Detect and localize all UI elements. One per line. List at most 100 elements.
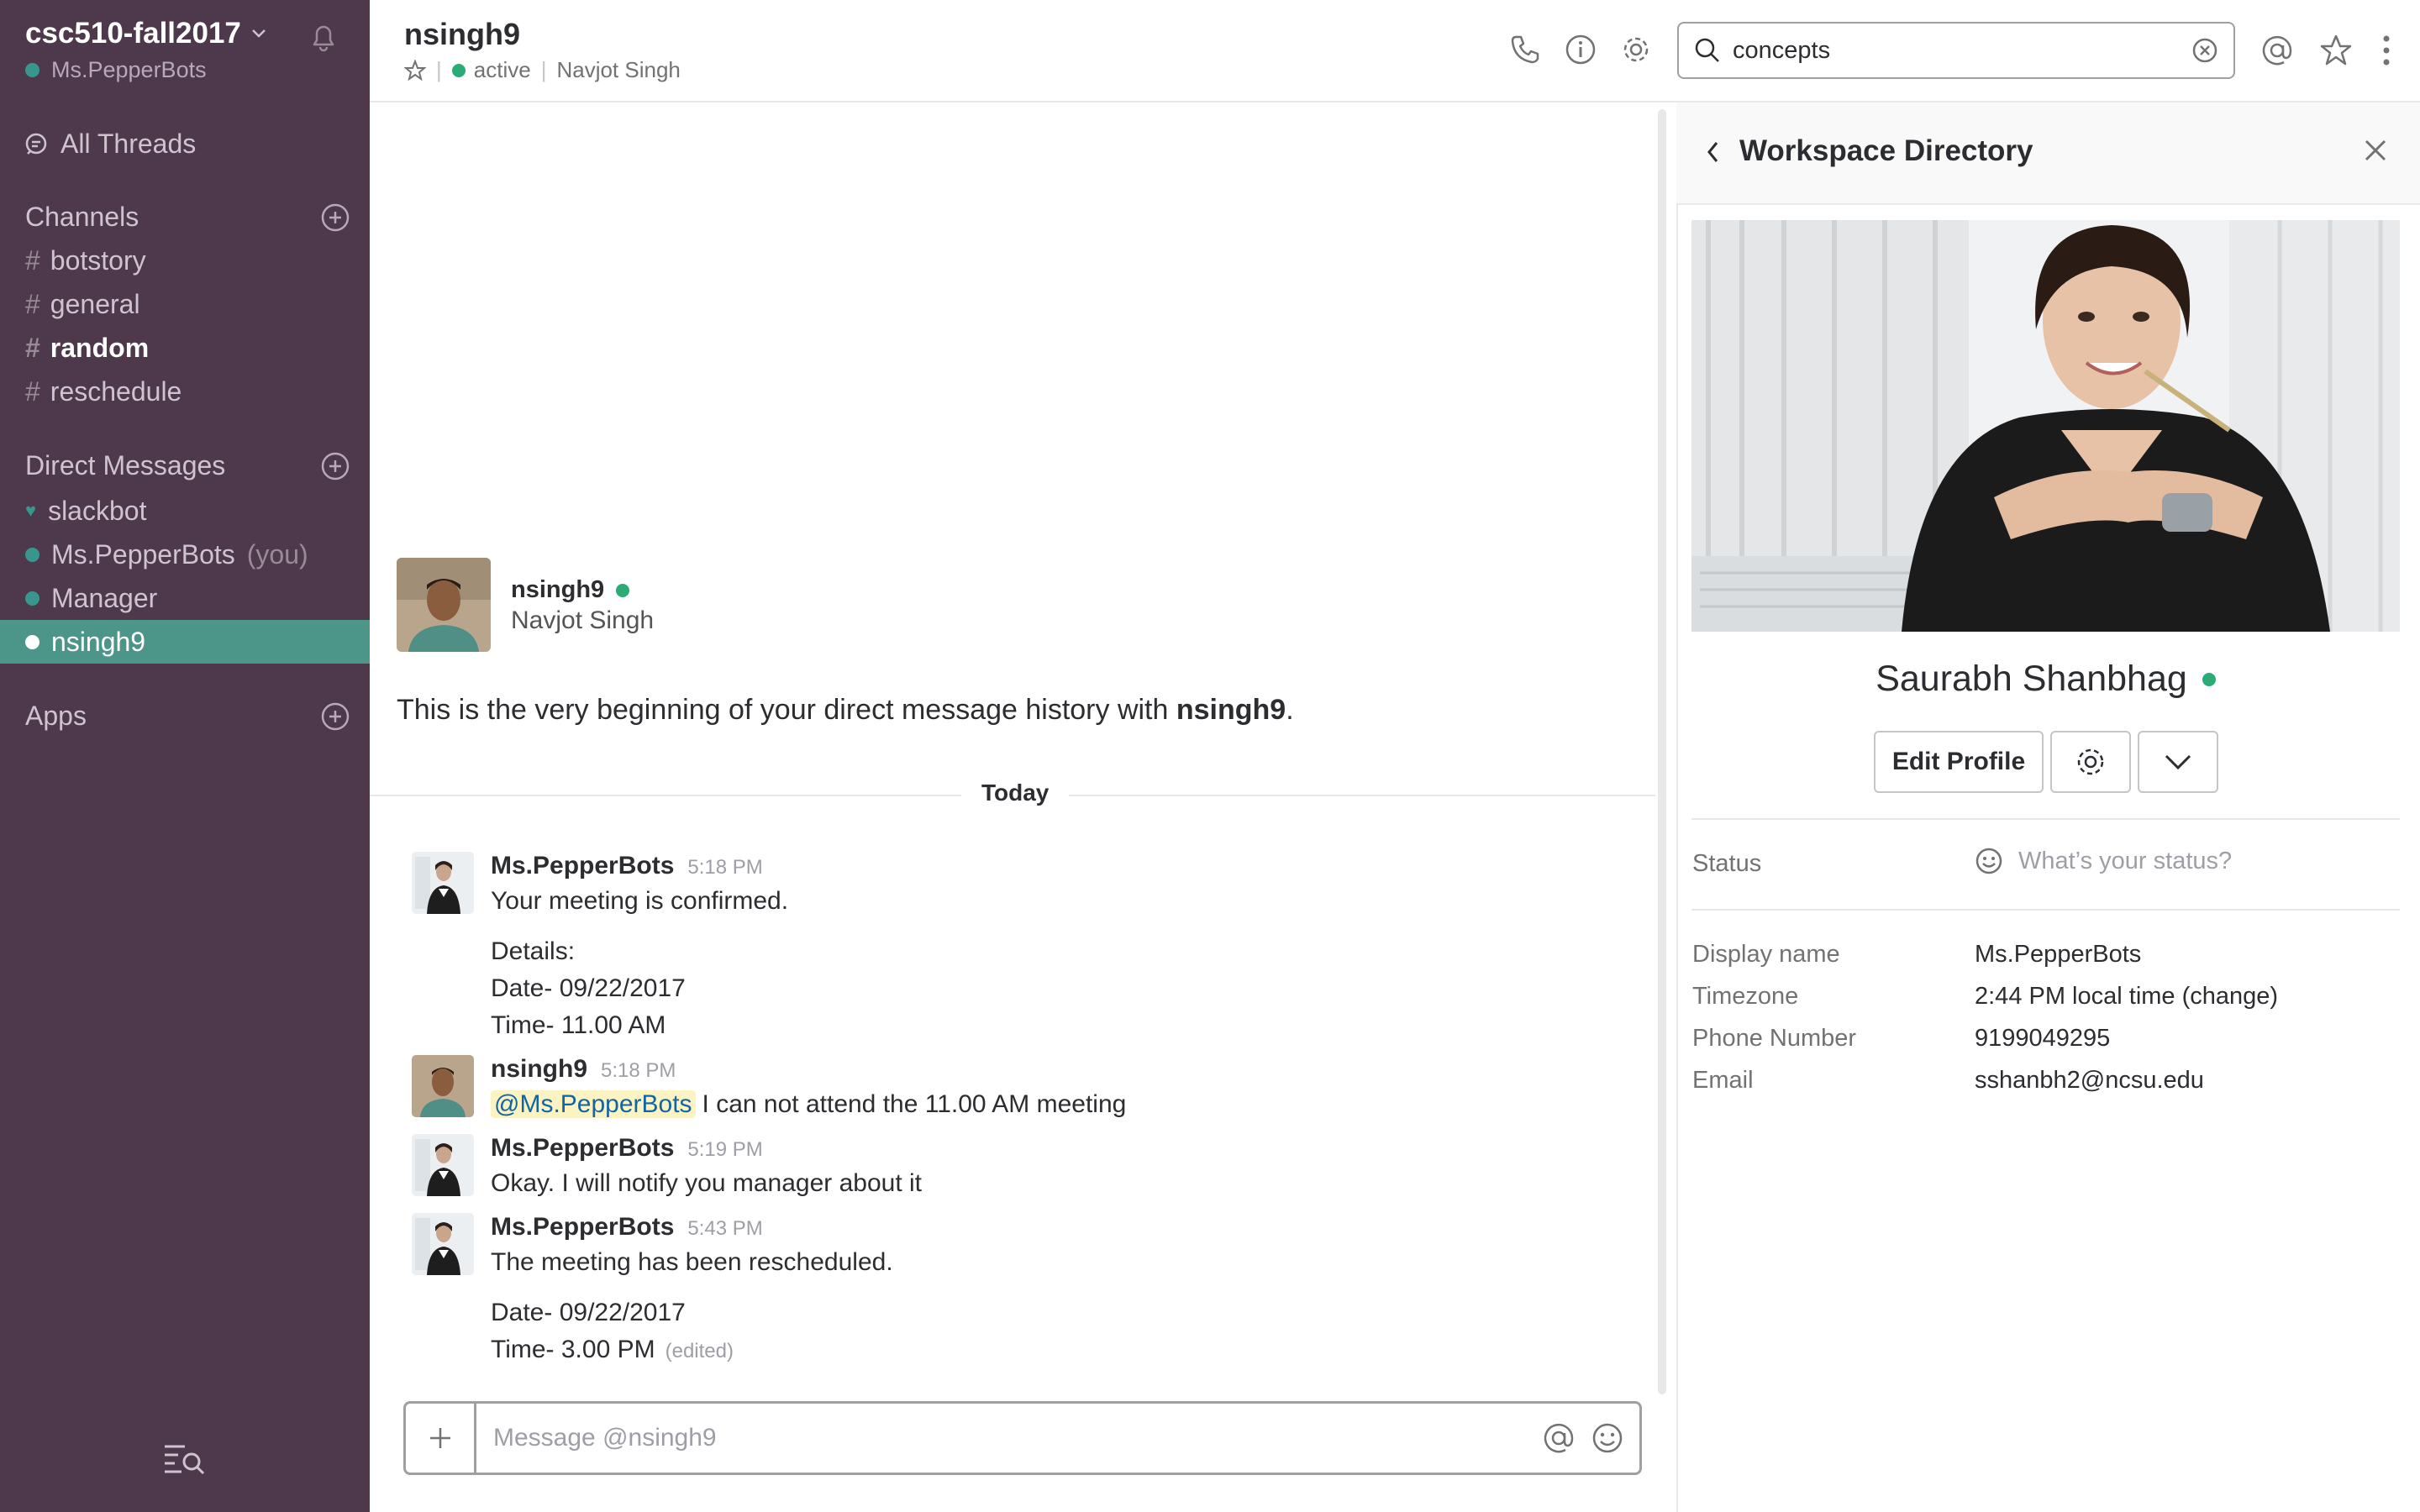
- chevron-down-icon: [2164, 753, 2192, 771]
- hash-icon: #: [25, 245, 40, 276]
- message-text: Date- 09/22/2017: [491, 1299, 686, 1326]
- channel-title[interactable]: nsingh9: [404, 17, 520, 52]
- gear-icon[interactable]: [1620, 34, 1652, 66]
- email-label: Email: [1692, 1067, 1754, 1094]
- presence-label: active: [473, 57, 531, 82]
- phone-icon[interactable]: [1509, 34, 1541, 66]
- profile-photo[interactable]: [1691, 220, 2400, 632]
- starred-icon[interactable]: [2319, 34, 2353, 67]
- add-channel-icon[interactable]: [321, 203, 350, 232]
- dm-label: Ms.PepperBots: [51, 538, 235, 570]
- intro-username[interactable]: nsingh9: [511, 576, 604, 604]
- author-name[interactable]: Ms.PepperBots: [491, 852, 674, 880]
- display-name-label: Display name: [1692, 941, 1840, 968]
- emoji-icon: [1975, 847, 2018, 875]
- profile-settings-button[interactable]: [2050, 731, 2131, 793]
- author-name[interactable]: Ms.PepperBots: [491, 1213, 674, 1242]
- threads-icon: [24, 132, 60, 157]
- team-menu[interactable]: csc510-fall2017 Ms.PepperBots: [25, 17, 266, 83]
- sidebar-item-botstory[interactable]: # botstory: [25, 245, 146, 276]
- message-author: Ms.PepperBots 5:18 PM: [491, 852, 763, 880]
- avatar[interactable]: [412, 852, 474, 914]
- sidebar-item-reschedule[interactable]: # reschedule: [25, 376, 182, 407]
- presence-dot: [451, 63, 466, 77]
- info-icon[interactable]: [1565, 34, 1597, 66]
- message-text: The meeting has been rescheduled.: [491, 1248, 893, 1276]
- emoji-icon[interactable]: [1591, 1421, 1624, 1455]
- search-box[interactable]: concepts: [1677, 22, 2235, 79]
- email-value[interactable]: sshanbh2@ncsu.edu: [1975, 1067, 2204, 1095]
- search-icon: [1694, 37, 1721, 64]
- dm-label: nsingh9: [51, 626, 146, 657]
- hash-icon: #: [25, 333, 40, 363]
- mention-icon[interactable]: [1542, 1421, 1576, 1455]
- message-author: Ms.PepperBots 5:19 PM: [491, 1134, 763, 1163]
- add-dm-icon[interactable]: [321, 452, 350, 480]
- close-icon[interactable]: [2361, 136, 2390, 165]
- add-app-icon[interactable]: [321, 702, 350, 731]
- mentions-icon[interactable]: [2260, 34, 2294, 67]
- attach-button[interactable]: [406, 1404, 476, 1473]
- dm-label: Manager: [51, 582, 158, 613]
- presence-dot: [25, 591, 39, 606]
- author-name[interactable]: Ms.PepperBots: [491, 1134, 674, 1163]
- message-text: Date- 09/22/2017: [491, 974, 686, 1002]
- back-icon[interactable]: [1702, 138, 1723, 166]
- channel-subtitle: | active | Navjot Singh: [404, 57, 681, 83]
- clear-search-icon[interactable]: [2191, 37, 2218, 64]
- sidebar-item-general[interactable]: # general: [25, 289, 140, 320]
- divider: [1691, 818, 2400, 820]
- sidebar-item-ms-pepperbots[interactable]: Ms.PepperBots (you): [0, 533, 370, 576]
- sidebar-item-random[interactable]: # random: [25, 333, 149, 364]
- edited-label: (edited): [665, 1340, 734, 1362]
- avatar[interactable]: [412, 1213, 474, 1275]
- sidebar-item-nsingh9[interactable]: nsingh9: [0, 620, 370, 664]
- divider: [1691, 909, 2400, 911]
- presence-dot: [2202, 672, 2216, 686]
- avatar[interactable]: [412, 1134, 474, 1196]
- message-text: Okay. I will notify you manager about it: [491, 1169, 923, 1197]
- team-name: csc510-fall2017: [25, 17, 241, 50]
- channels-heading[interactable]: Channels: [25, 202, 139, 233]
- message-time[interactable]: 5:18 PM: [601, 1059, 676, 1083]
- bell-icon[interactable]: [309, 22, 338, 52]
- user-mention[interactable]: @Ms.PepperBots: [491, 1090, 696, 1118]
- author-name[interactable]: nsingh9: [491, 1055, 587, 1084]
- timezone-value[interactable]: 2:44 PM local time (change): [1975, 983, 2278, 1011]
- channel-label: reschedule: [50, 376, 182, 407]
- search-input[interactable]: concepts: [1733, 37, 2191, 65]
- scrollbar[interactable]: [1658, 109, 1666, 1394]
- sidebar-item-slackbot[interactable]: ♥ slackbot: [0, 489, 370, 533]
- avatar[interactable]: [397, 558, 491, 652]
- dm-heading[interactable]: Direct Messages: [25, 450, 225, 481]
- sidebar-item-manager[interactable]: Manager: [0, 576, 370, 620]
- message-input[interactable]: Message @nsingh9: [476, 1424, 1542, 1452]
- dm-label: slackbot: [48, 495, 147, 526]
- status-placeholder: What’s your status?: [2018, 847, 2233, 874]
- day-divider-label: Today: [961, 780, 1070, 806]
- all-threads-link[interactable]: All Threads: [24, 129, 196, 160]
- edit-profile-button[interactable]: Edit Profile: [1874, 731, 2044, 793]
- more-actions-button[interactable]: [2138, 731, 2218, 793]
- panel-title: Workspace Directory: [1739, 134, 2033, 167]
- message-text: @Ms.PepperBots I can not attend the 11.00…: [491, 1090, 1126, 1119]
- apps-heading[interactable]: Apps: [25, 701, 87, 732]
- more-icon[interactable]: [2381, 34, 2391, 67]
- channels-section: Channels: [25, 202, 350, 233]
- quick-switcher-icon[interactable]: [163, 1441, 207, 1475]
- presence-dot: [616, 583, 630, 597]
- real-name: Navjot Singh: [556, 57, 681, 82]
- star-icon[interactable]: [404, 59, 426, 81]
- message-author: nsingh9 5:18 PM: [491, 1055, 676, 1084]
- message-time[interactable]: 5:43 PM: [687, 1217, 762, 1241]
- avatar[interactable]: [412, 1055, 474, 1117]
- current-user: Ms.PepperBots: [51, 57, 207, 82]
- hash-icon: #: [25, 376, 40, 407]
- intro-name-link[interactable]: nsingh9: [1176, 694, 1286, 726]
- message-time[interactable]: 5:18 PM: [687, 856, 762, 879]
- message-time[interactable]: 5:19 PM: [687, 1138, 762, 1162]
- apps-section: Apps: [25, 701, 350, 732]
- status-field[interactable]: What’s your status?: [1975, 847, 2232, 875]
- intro-text: This is the very beginning of your direc…: [397, 694, 1294, 726]
- you-label: (you): [246, 538, 308, 570]
